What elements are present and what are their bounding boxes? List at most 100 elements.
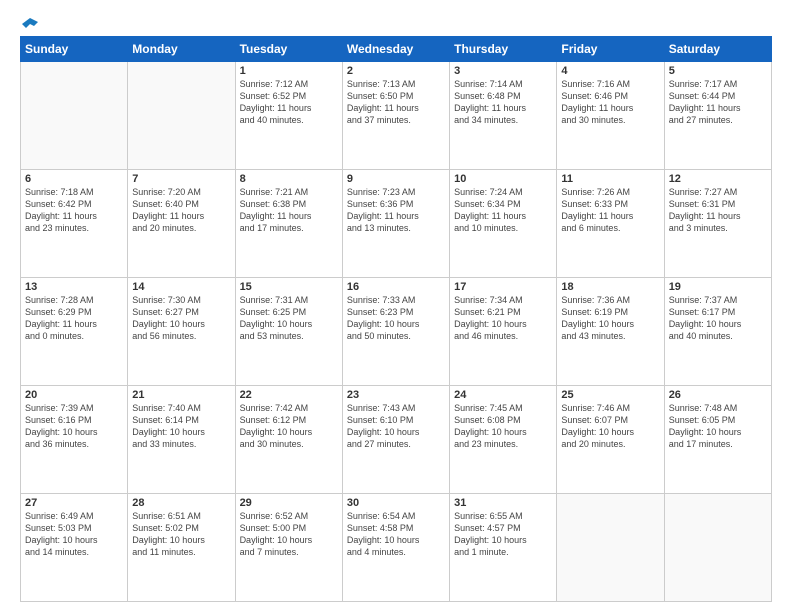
day-number: 12 (669, 173, 767, 185)
day-number: 4 (561, 65, 659, 77)
day-info: Sunrise: 7:33 AM Sunset: 6:23 PM Dayligh… (347, 294, 445, 343)
day-info: Sunrise: 7:36 AM Sunset: 6:19 PM Dayligh… (561, 294, 659, 343)
day-number: 19 (669, 281, 767, 293)
day-number: 23 (347, 389, 445, 401)
day-number: 11 (561, 173, 659, 185)
calendar-cell: 3Sunrise: 7:14 AM Sunset: 6:48 PM Daylig… (450, 62, 557, 170)
day-info: Sunrise: 6:49 AM Sunset: 5:03 PM Dayligh… (25, 510, 123, 559)
calendar-cell: 22Sunrise: 7:42 AM Sunset: 6:12 PM Dayli… (235, 386, 342, 494)
day-number: 17 (454, 281, 552, 293)
day-info: Sunrise: 7:39 AM Sunset: 6:16 PM Dayligh… (25, 402, 123, 451)
day-info: Sunrise: 7:18 AM Sunset: 6:42 PM Dayligh… (25, 186, 123, 235)
day-info: Sunrise: 6:55 AM Sunset: 4:57 PM Dayligh… (454, 510, 552, 559)
day-number: 20 (25, 389, 123, 401)
calendar-cell: 8Sunrise: 7:21 AM Sunset: 6:38 PM Daylig… (235, 170, 342, 278)
day-info: Sunrise: 7:28 AM Sunset: 6:29 PM Dayligh… (25, 294, 123, 343)
day-number: 27 (25, 497, 123, 509)
calendar-cell: 29Sunrise: 6:52 AM Sunset: 5:00 PM Dayli… (235, 494, 342, 602)
day-info: Sunrise: 7:34 AM Sunset: 6:21 PM Dayligh… (454, 294, 552, 343)
calendar-cell: 11Sunrise: 7:26 AM Sunset: 6:33 PM Dayli… (557, 170, 664, 278)
day-info: Sunrise: 7:31 AM Sunset: 6:25 PM Dayligh… (240, 294, 338, 343)
day-number: 10 (454, 173, 552, 185)
day-number: 15 (240, 281, 338, 293)
week-row-2: 6Sunrise: 7:18 AM Sunset: 6:42 PM Daylig… (21, 170, 772, 278)
day-number: 9 (347, 173, 445, 185)
day-number: 5 (669, 65, 767, 77)
day-number: 8 (240, 173, 338, 185)
day-number: 18 (561, 281, 659, 293)
day-number: 2 (347, 65, 445, 77)
day-info: Sunrise: 6:52 AM Sunset: 5:00 PM Dayligh… (240, 510, 338, 559)
day-info: Sunrise: 7:42 AM Sunset: 6:12 PM Dayligh… (240, 402, 338, 451)
day-number: 13 (25, 281, 123, 293)
day-number: 3 (454, 65, 552, 77)
calendar-cell: 27Sunrise: 6:49 AM Sunset: 5:03 PM Dayli… (21, 494, 128, 602)
day-number: 16 (347, 281, 445, 293)
day-number: 1 (240, 65, 338, 77)
day-number: 21 (132, 389, 230, 401)
calendar-cell: 17Sunrise: 7:34 AM Sunset: 6:21 PM Dayli… (450, 278, 557, 386)
day-info: Sunrise: 7:23 AM Sunset: 6:36 PM Dayligh… (347, 186, 445, 235)
day-info: Sunrise: 7:27 AM Sunset: 6:31 PM Dayligh… (669, 186, 767, 235)
column-header-tuesday: Tuesday (235, 37, 342, 62)
calendar-cell: 19Sunrise: 7:37 AM Sunset: 6:17 PM Dayli… (664, 278, 771, 386)
day-number: 6 (25, 173, 123, 185)
calendar-cell (21, 62, 128, 170)
day-info: Sunrise: 7:43 AM Sunset: 6:10 PM Dayligh… (347, 402, 445, 451)
header (20, 16, 772, 28)
logo-bird-icon (22, 16, 38, 32)
day-info: Sunrise: 7:40 AM Sunset: 6:14 PM Dayligh… (132, 402, 230, 451)
calendar-cell: 16Sunrise: 7:33 AM Sunset: 6:23 PM Dayli… (342, 278, 449, 386)
calendar-cell: 1Sunrise: 7:12 AM Sunset: 6:52 PM Daylig… (235, 62, 342, 170)
calendar-cell: 2Sunrise: 7:13 AM Sunset: 6:50 PM Daylig… (342, 62, 449, 170)
week-row-5: 27Sunrise: 6:49 AM Sunset: 5:03 PM Dayli… (21, 494, 772, 602)
day-info: Sunrise: 7:46 AM Sunset: 6:07 PM Dayligh… (561, 402, 659, 451)
day-number: 28 (132, 497, 230, 509)
day-info: Sunrise: 7:45 AM Sunset: 6:08 PM Dayligh… (454, 402, 552, 451)
calendar-table: SundayMondayTuesdayWednesdayThursdayFrid… (20, 36, 772, 602)
calendar-cell: 13Sunrise: 7:28 AM Sunset: 6:29 PM Dayli… (21, 278, 128, 386)
calendar-page: SundayMondayTuesdayWednesdayThursdayFrid… (0, 0, 792, 612)
column-header-thursday: Thursday (450, 37, 557, 62)
calendar-cell: 14Sunrise: 7:30 AM Sunset: 6:27 PM Dayli… (128, 278, 235, 386)
calendar-cell: 26Sunrise: 7:48 AM Sunset: 6:05 PM Dayli… (664, 386, 771, 494)
calendar-cell (664, 494, 771, 602)
day-number: 31 (454, 497, 552, 509)
column-header-friday: Friday (557, 37, 664, 62)
day-info: Sunrise: 7:17 AM Sunset: 6:44 PM Dayligh… (669, 78, 767, 127)
calendar-cell: 24Sunrise: 7:45 AM Sunset: 6:08 PM Dayli… (450, 386, 557, 494)
column-header-saturday: Saturday (664, 37, 771, 62)
day-info: Sunrise: 7:16 AM Sunset: 6:46 PM Dayligh… (561, 78, 659, 127)
calendar-header-row: SundayMondayTuesdayWednesdayThursdayFrid… (21, 37, 772, 62)
day-info: Sunrise: 7:48 AM Sunset: 6:05 PM Dayligh… (669, 402, 767, 451)
calendar-cell: 30Sunrise: 6:54 AM Sunset: 4:58 PM Dayli… (342, 494, 449, 602)
calendar-cell: 9Sunrise: 7:23 AM Sunset: 6:36 PM Daylig… (342, 170, 449, 278)
calendar-cell (557, 494, 664, 602)
column-header-monday: Monday (128, 37, 235, 62)
day-info: Sunrise: 7:21 AM Sunset: 6:38 PM Dayligh… (240, 186, 338, 235)
day-number: 26 (669, 389, 767, 401)
calendar-cell: 6Sunrise: 7:18 AM Sunset: 6:42 PM Daylig… (21, 170, 128, 278)
column-header-wednesday: Wednesday (342, 37, 449, 62)
calendar-cell: 21Sunrise: 7:40 AM Sunset: 6:14 PM Dayli… (128, 386, 235, 494)
day-info: Sunrise: 7:14 AM Sunset: 6:48 PM Dayligh… (454, 78, 552, 127)
day-number: 25 (561, 389, 659, 401)
day-number: 30 (347, 497, 445, 509)
calendar-cell: 12Sunrise: 7:27 AM Sunset: 6:31 PM Dayli… (664, 170, 771, 278)
day-info: Sunrise: 7:20 AM Sunset: 6:40 PM Dayligh… (132, 186, 230, 235)
week-row-1: 1Sunrise: 7:12 AM Sunset: 6:52 PM Daylig… (21, 62, 772, 170)
day-info: Sunrise: 6:51 AM Sunset: 5:02 PM Dayligh… (132, 510, 230, 559)
day-number: 29 (240, 497, 338, 509)
day-number: 22 (240, 389, 338, 401)
day-info: Sunrise: 7:12 AM Sunset: 6:52 PM Dayligh… (240, 78, 338, 127)
day-number: 7 (132, 173, 230, 185)
column-header-sunday: Sunday (21, 37, 128, 62)
day-info: Sunrise: 7:24 AM Sunset: 6:34 PM Dayligh… (454, 186, 552, 235)
week-row-4: 20Sunrise: 7:39 AM Sunset: 6:16 PM Dayli… (21, 386, 772, 494)
calendar-cell: 23Sunrise: 7:43 AM Sunset: 6:10 PM Dayli… (342, 386, 449, 494)
day-number: 24 (454, 389, 552, 401)
logo (20, 16, 38, 28)
calendar-cell: 7Sunrise: 7:20 AM Sunset: 6:40 PM Daylig… (128, 170, 235, 278)
calendar-cell: 20Sunrise: 7:39 AM Sunset: 6:16 PM Dayli… (21, 386, 128, 494)
calendar-cell: 15Sunrise: 7:31 AM Sunset: 6:25 PM Dayli… (235, 278, 342, 386)
